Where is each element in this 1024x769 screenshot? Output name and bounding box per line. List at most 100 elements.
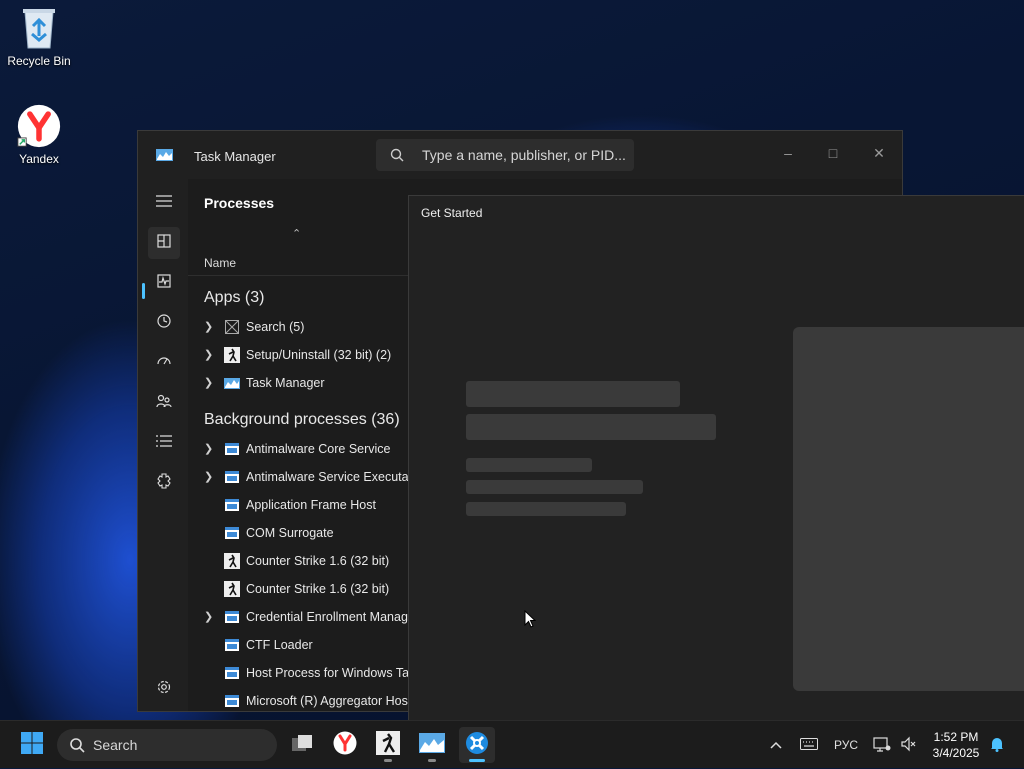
window-title: Task Manager xyxy=(194,149,276,164)
performance-icon xyxy=(157,273,171,293)
window-app-icon xyxy=(224,693,240,709)
process-row[interactable]: ❯ Setup/Uninstall (32 bit) (2) xyxy=(188,341,418,369)
window-app-icon xyxy=(224,469,240,485)
process-row[interactable]: Microsoft (R) Aggregator Host xyxy=(188,687,418,715)
volume-button[interactable] xyxy=(898,721,920,769)
desktop-icon-recycle-bin[interactable]: Recycle Bin xyxy=(4,6,74,68)
chevron-right-icon[interactable]: ❯ xyxy=(204,470,213,483)
window-app-icon xyxy=(224,497,240,513)
taskbar-app-get-started[interactable] xyxy=(459,727,495,763)
process-search-input[interactable]: Type a name, publisher, or PID... xyxy=(376,139,634,171)
chevron-right-icon[interactable]: ❯ xyxy=(204,348,213,361)
search-app-icon xyxy=(224,319,240,335)
process-name: Counter Strike 1.6 (32 bit) xyxy=(246,554,390,568)
get-started-window[interactable]: Get Started xyxy=(408,195,1024,720)
minimize-button[interactable]: – xyxy=(773,139,803,167)
taskbar-app-counter-strike[interactable] xyxy=(370,727,406,763)
counter-strike-icon xyxy=(224,581,240,597)
taskbar-search-box[interactable]: Search xyxy=(57,729,277,761)
counter-strike-icon xyxy=(376,730,400,760)
hamburger-menu-button[interactable] xyxy=(148,187,180,219)
nav-performance[interactable] xyxy=(148,267,180,299)
input-language-button[interactable]: РУС xyxy=(830,721,862,769)
loading-placeholder xyxy=(466,414,716,440)
search-icon xyxy=(390,148,404,167)
process-name: Counter Strike 1.6 (32 bit) xyxy=(246,582,390,596)
loading-image-placeholder xyxy=(793,327,1024,691)
nav-settings[interactable] xyxy=(148,673,180,705)
nav-app-history[interactable] xyxy=(148,307,180,339)
start-icon xyxy=(20,731,44,760)
chevron-right-icon[interactable]: ❯ xyxy=(204,610,213,623)
column-header-name[interactable]: Name xyxy=(204,256,236,270)
running-indicator xyxy=(428,759,436,762)
nav-rail xyxy=(138,179,188,711)
show-hidden-icons-button[interactable] xyxy=(764,721,788,769)
window-app-icon xyxy=(224,637,240,653)
processes-icon xyxy=(157,233,171,253)
close-button[interactable]: ✕ xyxy=(864,139,894,167)
window-app-icon xyxy=(224,441,240,457)
process-row[interactable]: ❯ Antimalware Core Service xyxy=(188,435,418,463)
desktop-icon-label: Recycle Bin xyxy=(7,54,71,68)
process-row[interactable]: ❯ Search (5) xyxy=(188,313,418,341)
taskbar-search-placeholder: Search xyxy=(93,737,138,753)
maximize-button[interactable]: □ xyxy=(818,139,848,167)
desktop-icon-yandex[interactable]: Yandex xyxy=(4,104,74,166)
page-title: Processes xyxy=(204,195,275,211)
process-name: Search (5) xyxy=(246,320,305,334)
process-row[interactable]: ❯ Antimalware Service Executable xyxy=(188,463,425,491)
nav-startup-apps[interactable] xyxy=(148,347,180,379)
taskbar-app-task-manager[interactable] xyxy=(414,727,450,763)
process-name: Setup/Uninstall (32 bit) (2) xyxy=(246,348,392,362)
nav-details[interactable] xyxy=(148,427,180,459)
taskbar: Search РУС 1:52 PM 3/4/2025 xyxy=(0,720,1024,768)
process-row[interactable]: Counter Strike 1.6 (32 bit) xyxy=(188,575,418,603)
counter-strike-icon xyxy=(224,347,240,363)
network-button[interactable] xyxy=(871,721,893,769)
taskbar-app-yandex[interactable] xyxy=(327,727,363,763)
yandex-browser-icon xyxy=(17,104,61,148)
process-row[interactable]: COM Surrogate xyxy=(188,519,418,547)
process-name: Microsoft (R) Aggregator Host xyxy=(246,694,412,708)
process-row[interactable]: Application Frame Host xyxy=(188,491,418,519)
loading-placeholder xyxy=(466,480,643,494)
clock[interactable]: 1:52 PM 3/4/2025 xyxy=(930,729,982,761)
process-row[interactable]: ❯ Task Manager xyxy=(188,369,418,397)
sort-up-icon[interactable]: ⌃ xyxy=(292,227,301,240)
details-icon xyxy=(156,434,172,452)
task-view-icon xyxy=(290,733,314,758)
title-bar[interactable]: Task Manager Type a name, publisher, or … xyxy=(138,131,902,179)
app-history-icon xyxy=(156,313,172,334)
process-name: CTF Loader xyxy=(246,638,313,652)
selected-indicator xyxy=(142,283,145,299)
search-icon xyxy=(69,737,85,758)
process-row[interactable]: CTF Loader xyxy=(188,631,418,659)
network-icon xyxy=(873,736,891,755)
process-row[interactable]: ❯ Credential Enrollment Manager xyxy=(188,603,419,631)
process-name: Application Frame Host xyxy=(246,498,376,512)
nav-processes[interactable] xyxy=(148,227,180,259)
loading-placeholder xyxy=(466,502,626,516)
chevron-right-icon[interactable]: ❯ xyxy=(204,320,213,333)
get-started-icon xyxy=(465,731,489,760)
window-title: Get Started xyxy=(421,206,483,220)
task-manager-icon xyxy=(156,148,173,161)
task-view-button[interactable] xyxy=(284,727,320,763)
nav-services[interactable] xyxy=(148,467,180,499)
touch-keyboard-button[interactable] xyxy=(796,721,822,769)
start-button[interactable] xyxy=(14,727,50,763)
process-row[interactable]: Host Process for Windows Tasks xyxy=(188,659,428,687)
task-manager-icon xyxy=(224,375,240,391)
running-indicator xyxy=(384,759,392,762)
keyboard-icon xyxy=(800,737,818,753)
loading-placeholder xyxy=(466,458,592,472)
process-name: Host Process for Windows Tasks xyxy=(246,666,428,680)
process-row[interactable]: Counter Strike 1.6 (32 bit) xyxy=(188,547,418,575)
nav-users[interactable] xyxy=(148,387,180,419)
bell-icon xyxy=(990,736,1004,755)
chevron-right-icon[interactable]: ❯ xyxy=(204,376,213,389)
notifications-button[interactable] xyxy=(986,721,1008,769)
recycle-bin-icon xyxy=(17,6,61,50)
chevron-right-icon[interactable]: ❯ xyxy=(204,442,213,455)
